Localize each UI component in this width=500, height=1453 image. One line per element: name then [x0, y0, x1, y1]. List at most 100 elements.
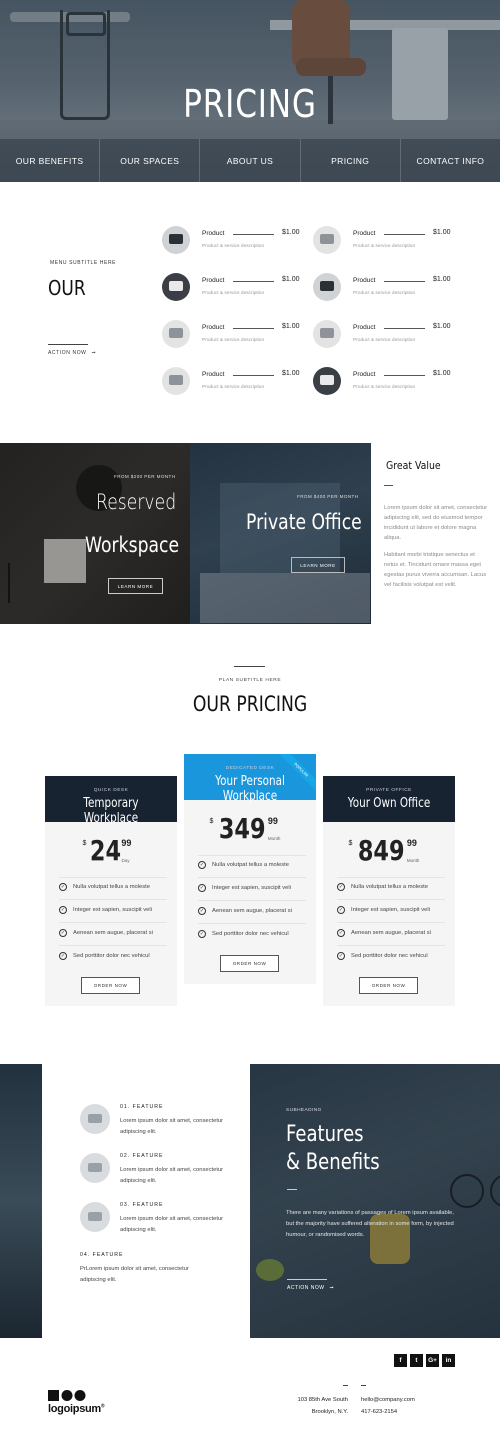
laptop-icon: [313, 367, 341, 395]
arrow-right-icon: ➞: [329, 1285, 335, 1291]
linkedin-icon[interactable]: in: [442, 1354, 455, 1367]
pricing-title: OUR PRICING: [192, 692, 308, 716]
contact-divider: [361, 1385, 366, 1386]
laptop-icon: [80, 1202, 110, 1232]
check-circle-icon: ✓: [198, 861, 206, 869]
plan-feature: ✓ Nulla volutpat tellus a moleste: [198, 859, 308, 871]
logo-registered-mark: ®: [100, 1403, 105, 1410]
plan-feature: ✓ Sed porttitor dolor nec vehicul: [59, 950, 169, 962]
workspace-learn-more-button[interactable]: LEARN MORE: [108, 578, 163, 594]
plan-feature: ✓ Aenean sem augue, placerat si: [198, 905, 308, 917]
product-price: $1.00: [282, 229, 300, 236]
feature-item: 03. FEATURE Lorem ipsum dolor sit amet, …: [80, 1202, 223, 1242]
features-action-label: ACTION NOW: [287, 1285, 325, 1291]
feature-separator: [59, 899, 167, 900]
check-circle-icon: ✓: [198, 884, 206, 892]
product-leader-line: [233, 234, 274, 235]
office-learn-more-button[interactable]: LEARN MORE: [291, 557, 345, 573]
product-item[interactable]: Product $1.00 Product & service descript…: [162, 226, 302, 256]
feature-text: Aenean sem augue, placerat si: [212, 908, 292, 914]
product-item[interactable]: Product $1.00 Product & service descript…: [313, 273, 453, 303]
price-period: Month: [267, 836, 281, 841]
product-item[interactable]: Product $1.00 Product & service descript…: [162, 273, 302, 303]
price-amount: 849: [358, 834, 406, 867]
price-cents: 99: [406, 838, 417, 848]
chair-icon: [313, 226, 341, 254]
twitter-icon[interactable]: t: [410, 1354, 423, 1367]
order-now-button[interactable]: ORDER NOW: [81, 977, 140, 994]
feature-text: Sed porttitor dolor nec vehicul: [212, 931, 289, 937]
great-value-title: Great Value: [386, 459, 441, 472]
price-period: Month: [406, 858, 420, 863]
feature-separator: [198, 877, 306, 878]
check-circle-icon: ✓: [59, 952, 67, 960]
product-leader-line: [384, 328, 425, 329]
plan-name: Temporary Workplace: [83, 796, 139, 826]
product-item[interactable]: Product $1.00 Product & service descript…: [162, 367, 302, 397]
feature-item: 01. FEATURE Lorem ipsum dolor sit amet, …: [80, 1104, 223, 1144]
plan-feature: ✓ Integer est sapien, suscipit veli: [59, 904, 169, 916]
workspace-price-note: FROM $200 PER MONTH: [114, 474, 176, 479]
page-title: PRICING: [183, 82, 317, 126]
product-leader-line: [384, 375, 425, 376]
check-circle-icon: ✓: [59, 883, 67, 891]
laptop-icon: [162, 320, 190, 348]
feature-text: Integer est sapien, suscipit veli: [73, 907, 152, 913]
plan-kicker: QUICK DESK: [93, 788, 129, 793]
product-item[interactable]: Product $1.00 Product & service descript…: [313, 226, 453, 256]
product-name: Product: [353, 371, 376, 378]
google-plus-icon[interactable]: G+: [426, 1354, 439, 1367]
nav-our-benefits[interactable]: OUR BENEFITS: [0, 139, 101, 182]
email-link[interactable]: hello@company.com: [361, 1394, 451, 1406]
phone-number: 417-623-2154: [361, 1409, 398, 1415]
pricing-divider: [234, 666, 265, 667]
feature-label: 03. FEATURE: [120, 1202, 164, 1208]
product-item[interactable]: Product $1.00 Product & service descript…: [313, 367, 453, 397]
product-leader-line: [233, 328, 274, 329]
product-leader-line: [233, 281, 274, 282]
product-name: Product: [202, 277, 225, 284]
plan-name: Your Personal Workplace: [215, 774, 285, 804]
features-action-link[interactable]: ACTION NOW ➞: [287, 1285, 334, 1291]
plan-price: $849 99 Month: [323, 834, 455, 867]
arrow-right-icon: ➞: [91, 350, 97, 356]
feature-separator: [337, 877, 445, 878]
logo[interactable]: logoipsum®: [48, 1403, 105, 1415]
main-nav: OUR BENEFITS OUR SPACES ABOUT US PRICING…: [0, 138, 500, 182]
order-now-button[interactable]: ORDER NOW: [359, 977, 418, 994]
product-description: Product & service description: [202, 338, 265, 343]
logo-text: logoipsum: [48, 1403, 101, 1415]
nav-our-spaces[interactable]: OUR SPACES: [100, 139, 201, 182]
features-divider: [287, 1189, 297, 1190]
nav-about-us[interactable]: ABOUT US: [200, 139, 301, 182]
product-item[interactable]: Product $1.00 Product & service descript…: [162, 320, 302, 350]
product-price: $1.00: [433, 323, 451, 330]
check-circle-icon: ✓: [337, 952, 345, 960]
nav-contact-info[interactable]: CONTACT INFO: [401, 139, 500, 182]
price-currency: $: [82, 840, 87, 847]
product-item[interactable]: Product $1.00 Product & service descript…: [313, 320, 453, 350]
price-amount: 24: [90, 834, 122, 867]
office-price-note: FROM $400 PER MONTH: [297, 494, 359, 499]
order-now-button[interactable]: ORDER NOW: [220, 955, 279, 972]
product-price: $1.00: [433, 276, 451, 283]
menu-action-link[interactable]: ACTION NOW ➞: [48, 350, 96, 356]
product-description: Product & service description: [202, 291, 265, 296]
features-photo: [250, 1064, 500, 1338]
product-description: Product & service description: [353, 244, 416, 249]
product-leader-line: [384, 281, 425, 282]
facebook-icon[interactable]: f: [394, 1354, 407, 1367]
workspace-title-line1: Reserved: [96, 490, 177, 514]
feature-label: 04. FEATURE: [80, 1252, 124, 1258]
nav-pricing[interactable]: PRICING: [301, 139, 401, 182]
chair-icon: [80, 1153, 110, 1183]
menu-divider: [48, 344, 88, 345]
feature-text: Sed porttitor dolor nec vehicul: [73, 953, 150, 959]
check-circle-icon: ✓: [59, 906, 67, 914]
menu-title: OUR: [48, 276, 86, 300]
product-price: $1.00: [282, 276, 300, 283]
product-name: Product: [353, 277, 376, 284]
desk-icon: [313, 273, 341, 301]
laptop-icon: [80, 1104, 110, 1134]
feature-text: Lorem ipsum dolor sit amet, consectetur …: [120, 1167, 224, 1184]
